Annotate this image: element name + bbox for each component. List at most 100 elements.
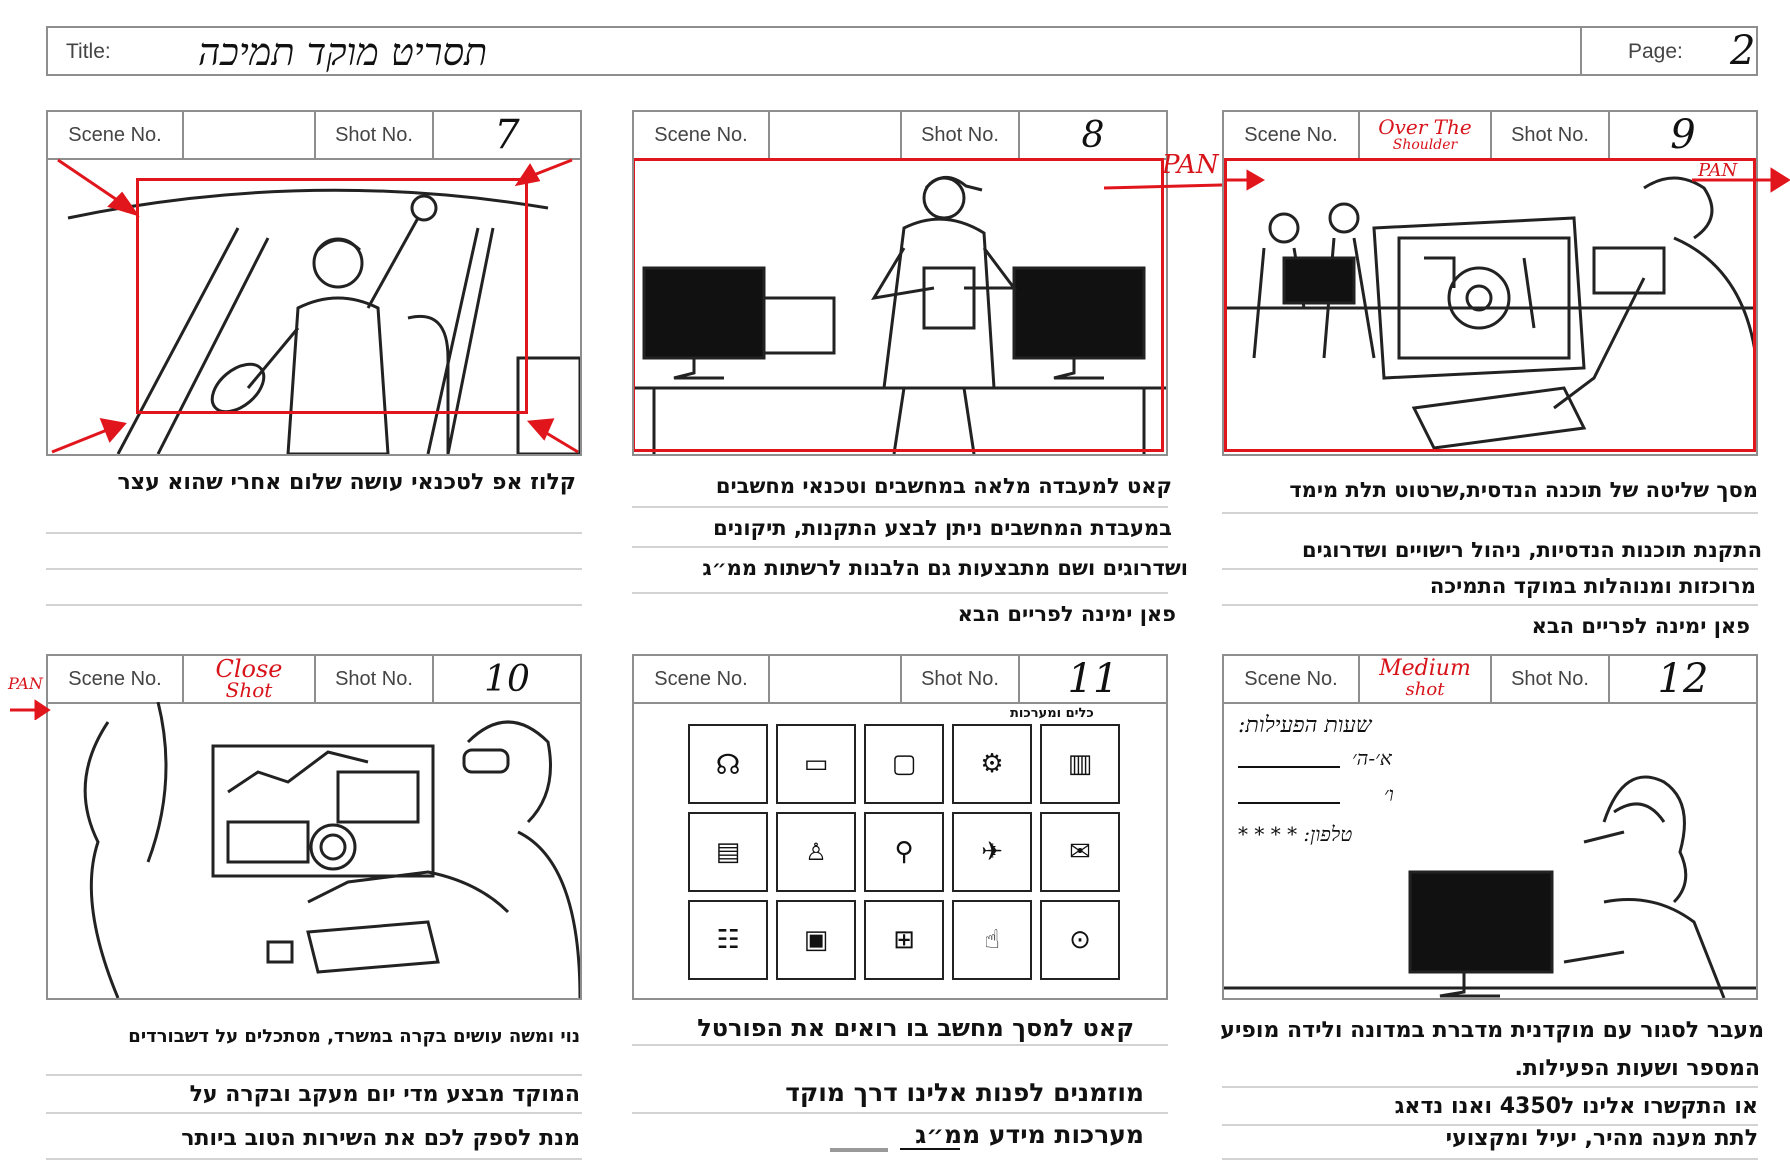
- shot-label: Shot No.: [1492, 656, 1610, 702]
- caption-rule: [46, 1158, 582, 1160]
- caption-rule: [46, 1074, 582, 1076]
- caption-rule: [1222, 1124, 1758, 1126]
- caption-shot-11-line-2: מוזמנים לפנות אלינו דרך מוקד: [785, 1078, 1144, 1107]
- caption-shot-12-line-1: מעבר לסגור עם מוקדנית מדברת במדונה ולידה…: [1220, 1018, 1764, 1043]
- scene-label: Scene No.: [1224, 656, 1360, 702]
- title-divider: [1580, 28, 1582, 74]
- people-board-icon[interactable]: ♙: [776, 812, 856, 892]
- sketch-call-center-agent: שעות הפעילות: א׳-ה׳ ו׳ טלפון: * * * *: [1224, 702, 1756, 998]
- caption-rule: [1222, 568, 1758, 570]
- map-icon[interactable]: ▥: [1040, 724, 1120, 804]
- shot-number: 12: [1657, 656, 1709, 702]
- shot-label: Shot No.: [1492, 112, 1610, 158]
- sketch-dashboard-monitoring: [48, 702, 580, 998]
- caption-shot-8-line-1: קאט למעבדה מלאה במחשבים וטכנאי מחשבים: [715, 474, 1172, 498]
- caption-shot-12-line-2: המספר ושעות הפעילות.: [1514, 1056, 1760, 1081]
- flowchart-icon[interactable]: ☷: [688, 900, 768, 980]
- caption-rule: [46, 532, 582, 534]
- caption-rule: [1222, 1086, 1758, 1088]
- pan-note-shot-9: PAN: [1698, 160, 1738, 181]
- caption-shot-10-line-2: המוקד מבצע מדי יום מעקב ובקרה על: [189, 1082, 580, 1107]
- shot-label: Shot No.: [316, 656, 434, 702]
- scene-value: [184, 112, 316, 158]
- location-pin-icon[interactable]: ⊙: [1040, 900, 1120, 980]
- caption-shot-10-line-3: מנת לספק לכם את השירות הטוב ביותר: [181, 1126, 580, 1151]
- scene-note-line-1: Close: [215, 655, 283, 683]
- storyboard-frame-shot-8: Scene No. Shot No. 8: [632, 110, 1168, 456]
- scene-note-line-2: shot: [1405, 679, 1445, 700]
- title-bar: Title: תסריט מוקד תמיכה Page: 2: [46, 26, 1758, 76]
- storyboard-frame-shot-12: Scene No. Medium shot Shot No. 12 שעות ה…: [1222, 654, 1758, 1000]
- sketch-computer-lab-technician: [634, 158, 1166, 454]
- runner-icon[interactable]: ✈: [952, 812, 1032, 892]
- storyboard-frame-shot-7: Scene No. Shot No. 7: [46, 110, 582, 456]
- pan-arrow-shot-10: [10, 699, 51, 720]
- caption-rule: [1222, 1158, 1758, 1160]
- caption-rule: [632, 592, 1168, 594]
- touch-icon[interactable]: ☝: [952, 900, 1032, 980]
- caption-rule: [46, 604, 582, 606]
- frame-header: Scene No. Close Shot Shot No. 10: [48, 656, 580, 704]
- sketch-engineering-software-screen: [1224, 158, 1756, 454]
- presenter-icon[interactable]: ⚲: [864, 812, 944, 892]
- scene-value: [770, 112, 902, 158]
- shot-number: 10: [484, 658, 530, 700]
- frame-header: Scene No. Shot No. 8: [634, 112, 1166, 160]
- underline-mark: [900, 1148, 960, 1150]
- scene-value: [770, 656, 902, 702]
- briefcase-icon[interactable]: ▣: [776, 900, 856, 980]
- caption-shot-10-line-1: נוי ומשה עושים בקרה במשרד, מסתכלים על דש…: [128, 1026, 580, 1047]
- caption-rule: [632, 1044, 1168, 1046]
- caption-rule: [632, 546, 1168, 548]
- caption-shot-8-line-3: ושדרוגים ושם מתבצעות גם הלבנות לרשתות ממ…: [702, 556, 1188, 580]
- scene-label: Scene No.: [48, 112, 184, 158]
- frame-header: Scene No. Over The Shoulder Shot No. 9: [1224, 112, 1756, 160]
- caption-shot-9-line-3: מרוכזות ומנוהלות במוקד התמיכה: [1429, 574, 1756, 598]
- scene-note: Over The Shoulder: [1360, 112, 1492, 158]
- scene-note-line-2: Shoulder: [1392, 137, 1458, 153]
- caption-rule: [632, 1112, 1168, 1114]
- underline-mark: [830, 1148, 888, 1152]
- scene-note-line-1: Over The: [1378, 115, 1472, 139]
- headset-icon[interactable]: ☊: [688, 724, 768, 804]
- scene-label: Scene No.: [48, 656, 184, 702]
- sketch-portal-tools-grid: כלים ומערכות ☊ ▭ ▢ ⚙ ▥ ▤ ♙ ⚲ ✈ ✉ ☷ ▣ ⊞ ☝…: [634, 702, 1166, 998]
- caption-shot-12-line-4: לתת מענה מהיר, יעיל ומקצועי: [1445, 1126, 1758, 1151]
- caption-rule: [1222, 604, 1758, 606]
- frame-header: Scene No. Shot No. 7: [48, 112, 580, 160]
- shot-number: 11: [1067, 656, 1119, 702]
- envelope-icon[interactable]: ✉: [1040, 812, 1120, 892]
- page-number: 2: [1730, 28, 1756, 74]
- sketch-van-driver-waving: [48, 158, 580, 454]
- storyboard-frame-shot-10: Scene No. Close Shot Shot No. 10: [46, 654, 582, 1000]
- gift-icon[interactable]: ⊞: [864, 900, 944, 980]
- caption-rule: [46, 1112, 582, 1114]
- caption-rule: [1222, 512, 1758, 514]
- caption-rule: [632, 506, 1168, 508]
- scene-note: Medium shot: [1360, 656, 1492, 702]
- camera-frame-marker: [634, 158, 1164, 452]
- scene-label: Scene No.: [1224, 112, 1360, 158]
- caption-shot-9-line-4: פאן ימינה לפריים הבא: [1531, 614, 1750, 638]
- shot-number: 9: [1670, 112, 1696, 158]
- title-label: Title:: [66, 40, 111, 63]
- caption-shot-9-line-1: מסך שליטה של תוכנה הנדסית,שרטוט תלת מימד: [1289, 478, 1758, 502]
- caption-rule: [46, 568, 582, 570]
- scene-label: Scene No.: [634, 656, 770, 702]
- shot-label: Shot No.: [316, 112, 434, 158]
- portal-grid-title: כלים ומערכות: [1010, 706, 1094, 721]
- document-icon[interactable]: ▢: [864, 724, 944, 804]
- clipboard-icon[interactable]: ▭: [776, 724, 856, 804]
- scene-note-line-2: Shot: [225, 678, 273, 702]
- scene-note: Close Shot: [184, 656, 316, 702]
- zoom-arrows: [51, 158, 579, 454]
- camera-frame-marker: [1224, 158, 1756, 452]
- caption-shot-7-line-1: קלוז אפ לטכנאי עושה שלום אחרי שהוא עצר: [117, 470, 577, 495]
- frame-header: Scene No. Shot No. 11: [634, 656, 1166, 704]
- portal-tile-grid: ☊ ▭ ▢ ⚙ ▥ ▤ ♙ ⚲ ✈ ✉ ☷ ▣ ⊞ ☝ ⊙: [688, 724, 1122, 988]
- caption-shot-8-line-4: פאן ימינה לפריים הבא: [957, 602, 1176, 626]
- agent-illustration: [1224, 775, 1756, 998]
- handshake-icon[interactable]: ⚙: [952, 724, 1032, 804]
- caption-shot-9-line-2: התקנת תוכנות הנדסיות, ניהול רישויים ושדר…: [1302, 538, 1762, 562]
- book-icon[interactable]: ▤: [688, 812, 768, 892]
